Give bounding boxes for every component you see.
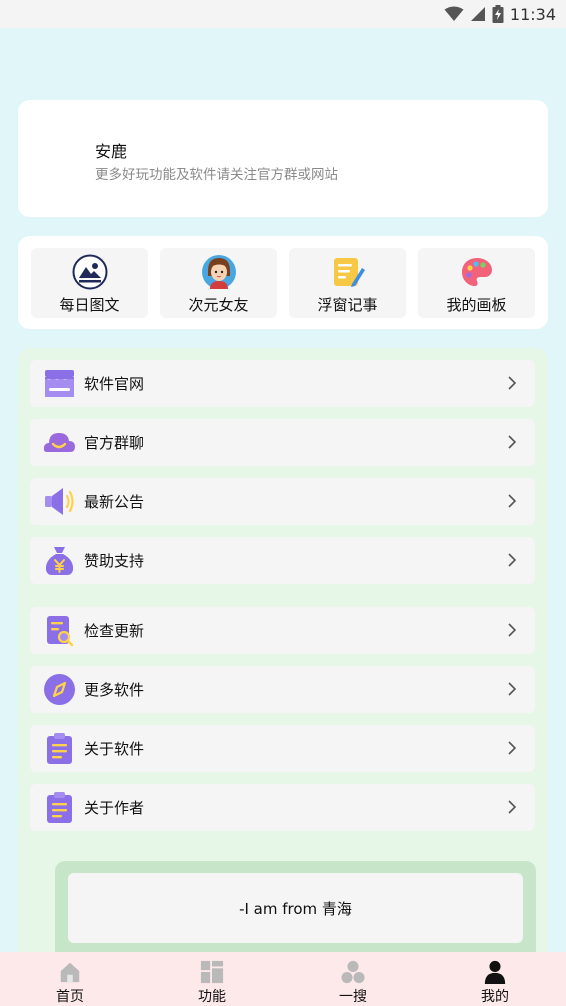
cellular-signal-icon [470,7,485,21]
menu-item-check-update[interactable]: 检查更新 [30,607,535,654]
nav-label: 首页 [56,989,84,1005]
chevron-right-icon [508,623,517,637]
compass-icon [44,674,75,705]
chevron-right-icon [508,741,517,755]
menu-item-about-software[interactable]: 关于软件 [30,725,535,772]
menu-item-more-software[interactable]: 更多软件 [30,666,535,713]
profile-name: 安鹿 [95,142,128,161]
nav-label: 我的 [481,989,509,1005]
footer-text: -I am from 青海 [68,873,523,943]
nav-tab-search[interactable]: 一搜 [303,952,403,1006]
menu-item-official-group[interactable]: 官方群聊 [30,419,535,466]
nav-tab-features[interactable]: 功能 [162,952,262,1006]
anime-girl-icon [201,255,236,289]
notepad-pencil-icon [333,258,365,287]
home-icon [60,962,80,983]
chat-cloud-icon [43,433,75,452]
storefront-icon [45,370,74,397]
quick-action-label: 次元女友 [188,296,249,314]
grid-icon [200,960,224,984]
profile-subtitle: 更多好玩功能及软件请关注官方群或网站 [95,167,338,183]
quick-action-my-canvas[interactable]: 我的画板 [418,248,535,318]
circles-icon [341,960,365,984]
menu-item-about-author[interactable]: 关于作者 [30,784,535,831]
speaker-icon [45,488,74,515]
quick-action-anime-girlfriend[interactable]: 次元女友 [160,248,277,318]
quick-action-floating-notes[interactable]: 浮窗记事 [289,248,406,318]
clipboard-icon [47,792,72,823]
menu-item-label: 检查更新 [84,622,145,640]
nav-tab-mine[interactable]: 我的 [445,952,545,1006]
quick-actions-card: 每日图文 次元女友 浮窗记事 我的画板 [18,236,548,329]
footer-box: -I am from 青海 [55,861,536,958]
person-icon [484,960,506,984]
profile-card[interactable]: 安鹿 更多好玩功能及软件请关注官方群或网站 [18,100,548,217]
chevron-right-icon [508,800,517,814]
quick-action-daily-picture[interactable]: 每日图文 [31,248,148,318]
status-bar: 11:34 [0,0,566,28]
menu-item-label: 最新公告 [84,493,145,511]
daily-picture-icon [72,254,107,290]
menu-item-label: 关于作者 [84,799,145,817]
chevron-right-icon [508,435,517,449]
bottom-nav: 首页 功能 一搜 我的 [0,952,566,1006]
document-search-icon [47,616,74,647]
menu-item-label: 软件官网 [84,375,145,393]
quick-action-label: 每日图文 [59,296,120,314]
wifi-icon [444,6,464,21]
menu-panel: 软件官网 官方群聊 最新公告 赞助支持 检查更新 更多软件 关于软件 关于作者 … [18,348,548,958]
nav-tab-home[interactable]: 首页 [20,952,120,1006]
quick-action-label: 浮窗记事 [317,296,378,314]
battery-charging-icon [492,5,504,23]
money-bag-icon [45,547,74,575]
status-time: 11:34 [509,4,556,24]
menu-item-official-website[interactable]: 软件官网 [30,360,535,407]
menu-item-label: 更多软件 [84,681,145,699]
menu-item-label: 赞助支持 [84,552,145,570]
palette-icon [461,258,492,286]
menu-item-sponsor-support[interactable]: 赞助支持 [30,537,535,584]
nav-label: 一搜 [339,989,367,1005]
nav-label: 功能 [198,989,226,1005]
menu-item-label: 关于软件 [84,740,145,758]
menu-item-label: 官方群聊 [84,434,145,452]
chevron-right-icon [508,494,517,508]
chevron-right-icon [508,682,517,696]
chevron-right-icon [508,553,517,567]
clipboard-icon [47,733,72,764]
menu-item-latest-announcement[interactable]: 最新公告 [30,478,535,525]
quick-action-label: 我的画板 [446,296,507,314]
chevron-right-icon [508,376,517,390]
